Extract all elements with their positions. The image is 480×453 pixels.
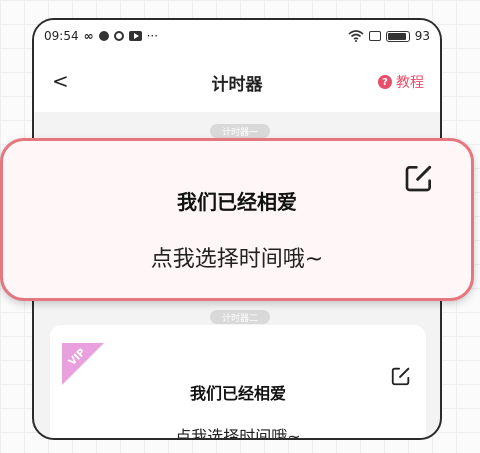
card1-title: 我们已经相爱: [177, 190, 297, 214]
video-icon: [128, 31, 142, 41]
chat-icon: [98, 31, 109, 41]
battery-level: 93: [414, 29, 430, 43]
more-notifications-icon: ···: [146, 29, 159, 43]
tutorial-link[interactable]: ? 教程: [378, 72, 424, 92]
card2-title: 我们已经相爱: [189, 384, 286, 403]
card2-subtitle[interactable]: 点我选择时间哦~: [50, 423, 426, 438]
timer-label-1: 计时器一: [210, 124, 270, 138]
back-icon[interactable]: <: [52, 70, 69, 92]
status-right: 93: [348, 29, 430, 43]
infinity-icon: ∞: [83, 29, 94, 43]
timer-card-1-highlighted[interactable]: 我们已经相爱 点我选择时间哦~: [0, 138, 474, 301]
card1-subtitle[interactable]: 点我选择时间哦~: [3, 241, 471, 273]
screen-icon: [368, 31, 381, 41]
wifi-icon: [348, 30, 364, 42]
nav-bar: < 计时器 ? 教程: [34, 52, 440, 112]
timer-label-2: 计时器二: [210, 310, 270, 324]
timer-card-2[interactable]: VIP 我们已经相爱 点我选择时间哦~: [50, 325, 426, 438]
status-bar: 09:54 ∞ ··· 93: [34, 20, 440, 52]
sync-icon: [113, 31, 124, 41]
tutorial-label: 教程: [396, 75, 424, 91]
battery-icon: [385, 30, 410, 42]
page-title: 计时器: [211, 74, 263, 95]
status-left: 09:54 ∞ ···: [44, 29, 158, 43]
help-icon: ?: [378, 75, 392, 89]
status-time: 09:54: [44, 29, 79, 43]
vip-badge: VIP: [62, 343, 104, 385]
